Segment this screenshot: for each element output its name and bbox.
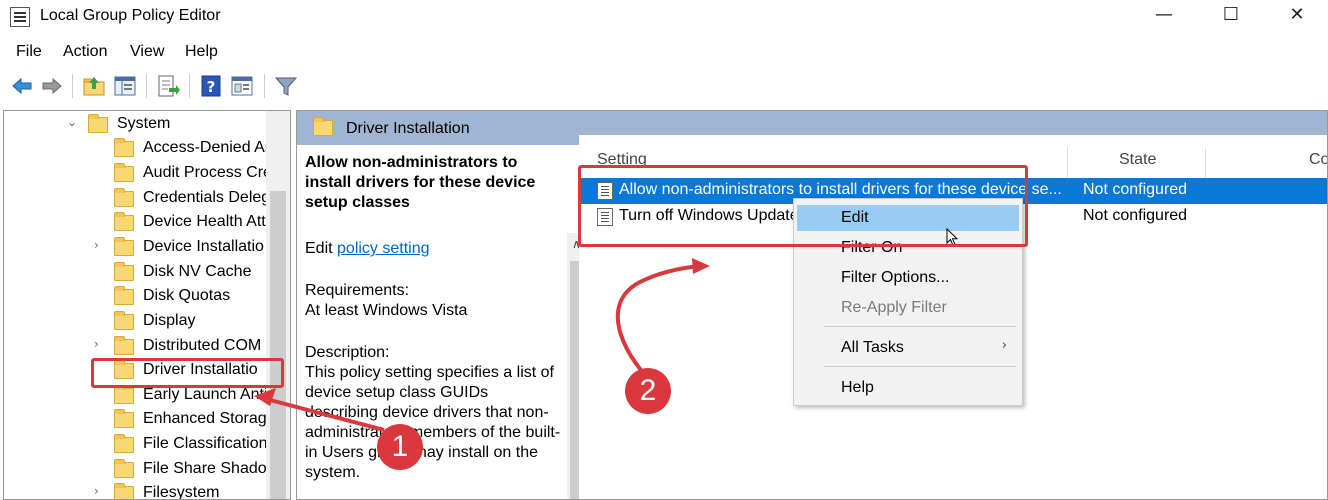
step-2-badge: 2 (625, 368, 671, 414)
step-1-badge: 1 (377, 424, 423, 470)
arrow-1-line (269, 398, 385, 432)
arrow-2-line (615, 264, 701, 377)
annotation-arrows (254, 258, 710, 432)
arrow-1-head (254, 388, 276, 406)
arrow-2-head (692, 258, 710, 274)
